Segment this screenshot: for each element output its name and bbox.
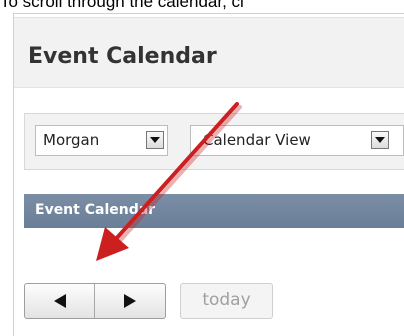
calendar-section-title: Event Calendar [35,202,156,218]
next-month-button[interactable] [95,284,165,318]
calendar-section-header: Event Calendar [24,194,404,228]
view-select-value: Calendar View [203,131,311,149]
person-select[interactable]: Morgan [35,125,168,156]
page-title: Event Calendar [28,44,217,69]
chevron-down-icon[interactable] [146,131,164,149]
right-triangle-icon [124,294,136,308]
prev-month-button[interactable] [25,284,95,318]
left-triangle-icon [54,294,66,308]
view-select[interactable]: Calendar View [190,125,404,156]
today-button[interactable]: today [180,283,273,319]
chevron-down-icon[interactable] [371,131,389,149]
instruction-caption: To scroll through the calendar, cl [0,0,244,11]
calendar-nav-group [24,283,166,319]
person-select-value: Morgan [43,131,100,149]
